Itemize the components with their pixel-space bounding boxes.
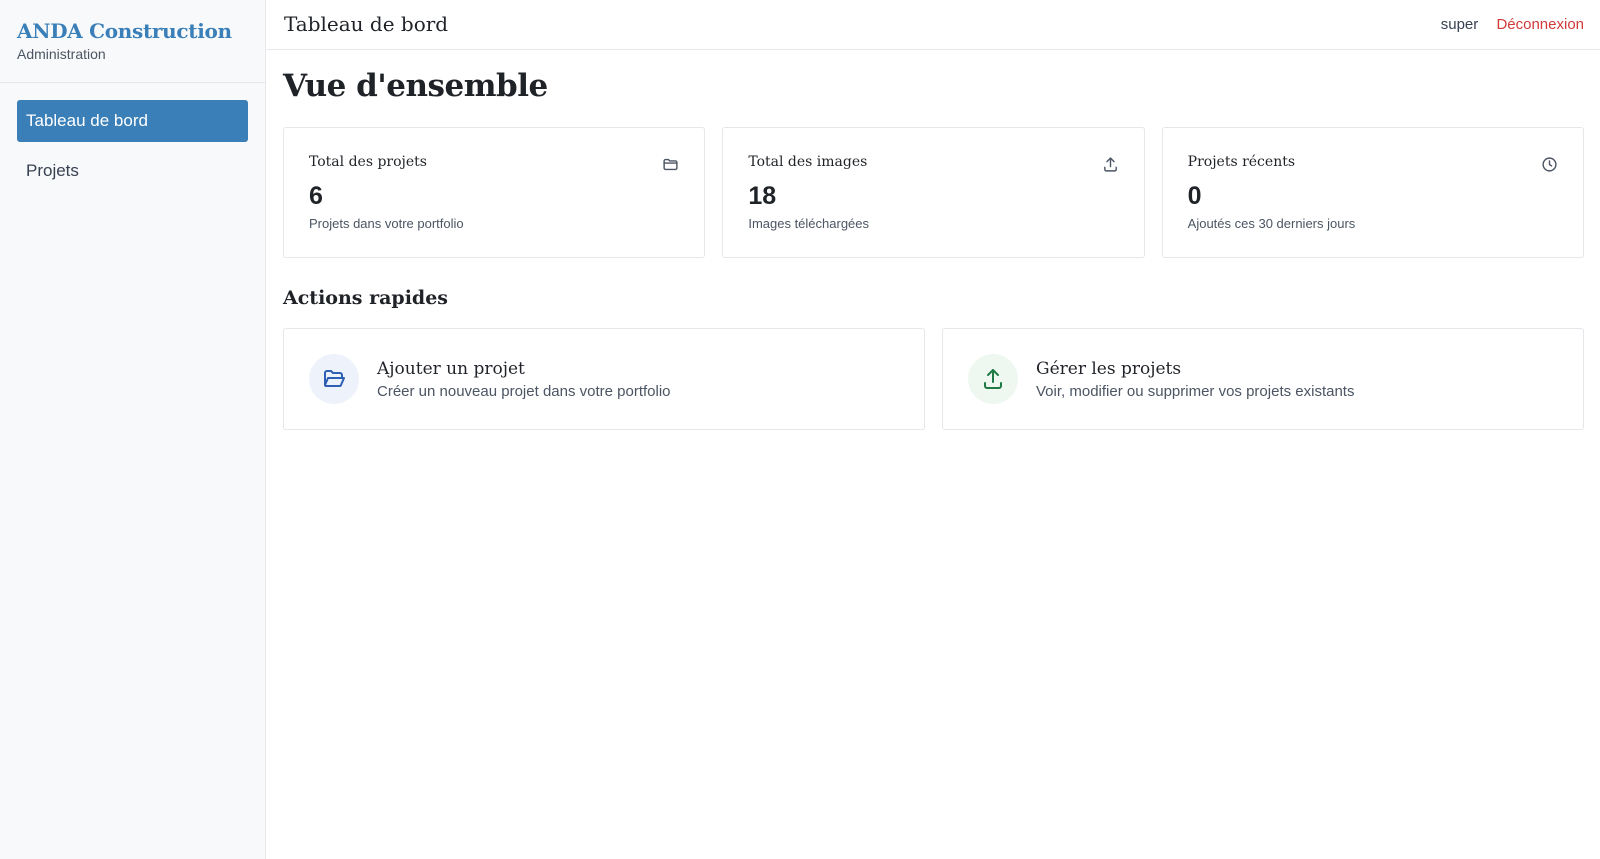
folder-open-icon <box>324 370 345 387</box>
upload-icon <box>1103 157 1117 172</box>
add-project-card[interactable]: Ajouter un projet Créer un nouveau proje… <box>283 328 925 430</box>
action-title: Ajouter un projet <box>377 358 525 379</box>
main-content: Vue d'ensemble Total des projets 6 Proje… <box>283 50 1584 430</box>
manage-projects-text: Gérer les projets Voir, modifier ou supp… <box>1036 359 1354 400</box>
folder-icon <box>663 158 678 171</box>
stat-caption: Ajoutés ces 30 derniers jours <box>1187 216 1356 231</box>
brand: ANDA Construction Administration <box>0 0 265 83</box>
sidebar: ANDA Construction Administration Tableau… <box>0 0 266 859</box>
stat-caption: Projets dans votre portfolio <box>309 216 464 231</box>
stat-value: 18 <box>748 182 777 210</box>
header-title: Tableau de bord <box>284 12 449 36</box>
brand-subtitle: Administration <box>17 46 106 62</box>
sidebar-item-tableau-de-bord[interactable]: Tableau de bord <box>17 100 248 142</box>
stat-card-recent: Projets récents 0 Ajoutés ces 30 dernier… <box>1161 127 1584 258</box>
top-bar: Tableau de bord super Déconnexion <box>267 0 1600 50</box>
manage-projects-icon-badge <box>968 354 1018 404</box>
page-title: Vue d'ensemble <box>283 68 548 104</box>
stat-caption: Images téléchargées <box>748 216 870 231</box>
user-name: super <box>1440 16 1479 33</box>
action-description: Voir, modifier ou supprimer vos projets … <box>1036 382 1355 400</box>
manage-projects-card[interactable]: Gérer les projets Voir, modifier ou supp… <box>942 328 1584 430</box>
add-project-icon-badge <box>309 354 359 404</box>
clock-icon <box>1542 157 1557 172</box>
action-title: Gérer les projets <box>1036 358 1182 379</box>
stat-value: 0 <box>1187 182 1202 210</box>
stat-label: Projets récents <box>1187 154 1296 170</box>
upload-icon <box>984 369 1002 389</box>
add-project-text: Ajouter un projet Créer un nouveau proje… <box>377 359 671 400</box>
header-user-area: super Déconnexion <box>1441 16 1584 33</box>
stat-value: 6 <box>309 182 323 210</box>
stat-label: Total des images <box>748 154 868 170</box>
stat-card-images: Total des images 18 Images téléchargées <box>722 127 1145 258</box>
quick-actions-title: Actions rapides <box>283 287 448 309</box>
stat-label: Total des projets <box>309 154 427 170</box>
logout-link[interactable]: Déconnexion <box>1496 16 1584 33</box>
stat-card-projects: Total des projets 6 Projets dans votre p… <box>283 127 706 258</box>
stats-row: Total des projets 6 Projets dans votre p… <box>283 127 1584 258</box>
action-description: Créer un nouveau projet dans votre portf… <box>377 382 671 400</box>
quick-actions: Ajouter un projet Créer un nouveau proje… <box>283 328 1584 430</box>
sidebar-item-projets[interactable]: Projets <box>17 150 248 192</box>
sidebar-nav: Tableau de bord Projets <box>0 83 265 192</box>
brand-name[interactable]: ANDA Construction <box>17 18 248 44</box>
